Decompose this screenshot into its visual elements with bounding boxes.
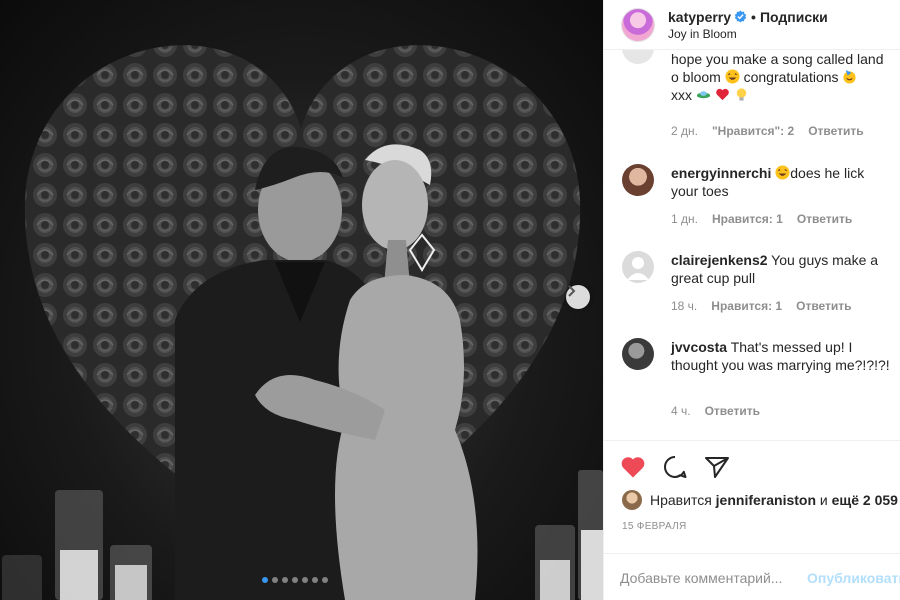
ufo-emoji-icon [696,91,710,99]
comment-text: hope you make a song called land o bloom… [671,50,893,104]
photo-illustration [2,45,603,600]
comment-likes[interactable]: "Нравится": 2 [712,124,794,138]
comment-meta: 1 дн. Нравится: 1 Ответить [671,212,852,226]
comment-likes[interactable]: Нравится: 1 [712,212,783,226]
commenter-username[interactable]: energyinnerchi [671,165,771,181]
add-comment-bar: Опубликовать [604,553,900,600]
liker-username[interactable]: jenniferaniston [716,492,816,508]
comment-meta: 4 ч. Ответить [671,404,760,418]
comment-likes[interactable]: Нравится: 1 [711,299,782,313]
likes-prefix: Нравится [650,492,712,508]
author-username[interactable]: katyperry [668,9,731,25]
header-separator: • [751,8,756,25]
reply-button[interactable]: Ответить [705,404,760,418]
likes-and: и [819,492,828,508]
chevron-right-icon [568,285,576,297]
comment-text-line: hope you make a song called land [671,51,884,67]
carousel-dot [292,577,298,583]
commenter-username[interactable]: jvvcosta [671,339,727,355]
carousel-dot [282,577,288,583]
action-icons [620,455,730,479]
carousel-indicator [262,577,328,583]
carousel-dot [302,577,308,583]
reply-button[interactable]: Ответить [808,124,863,138]
red-heart-emoji-icon [715,88,729,101]
commenter-avatar[interactable] [622,164,654,196]
default-avatar-icon [627,257,649,280]
commenter-avatar[interactable] [622,50,654,64]
post-comment-button[interactable]: Опубликовать [807,570,900,586]
verified-badge-icon [734,10,747,23]
commenter-avatar[interactable] [622,338,654,370]
comments-list[interactable]: hope you make a song called land o bloom… [604,50,900,440]
carousel-dot [262,577,268,583]
author-avatar[interactable] [622,8,654,41]
commenter-username[interactable]: clairejenkens2 [671,252,768,268]
party-emoji-icon [843,69,857,84]
comment-text-line: congratulations [743,69,839,85]
comment-meta: 18 ч. Нравится: 1 Ответить [671,299,852,313]
carousel-dot [322,577,328,583]
comment-text: clairejenkens2 You guys make a great cup… [671,251,893,287]
following-button[interactable]: Подписки [760,9,828,25]
likes-summary: Нравится jenniferaniston и ещё 2 059 1 [622,490,900,510]
comment-time[interactable]: 4 ч. [671,404,691,418]
post-date[interactable]: 15 ФЕВРАЛЯ [622,521,687,532]
comment-meta: 2 дн. "Нравится": 2 Ответить [671,124,864,138]
post-actions: Нравится jenniferaniston и ещё 2 059 1 1… [604,440,900,600]
comment-input[interactable] [620,569,801,586]
next-photo-button[interactable] [566,285,590,309]
reply-button[interactable]: Ответить [796,299,851,313]
carousel-dot [312,577,318,583]
reply-button[interactable]: Ответить [797,212,852,226]
heart-filled-icon[interactable] [620,455,646,479]
comment-time[interactable]: 1 дн. [671,212,698,226]
post-photo[interactable] [0,0,603,600]
comment-text: energyinnerchi does he lick your toes [671,164,893,200]
post-location[interactable]: Joy in Bloom [668,27,828,41]
carousel-dot [272,577,278,583]
comment-text-line: o bloom [671,69,721,85]
comment-bubble-icon[interactable] [662,455,688,479]
comment-time[interactable]: 2 дн. [671,124,698,138]
laughing-emoji-icon [775,165,790,180]
post-details-panel: katyperry • Подписки Joy in Bloom hope y… [603,0,900,600]
comment-time[interactable]: 18 ч. [671,299,697,313]
likes-count[interactable]: ещё 2 059 1 [832,492,900,508]
laughing-emoji-icon [725,69,740,84]
lightbulb-emoji-icon [736,88,746,101]
post-header: katyperry • Подписки Joy in Bloom [604,0,900,50]
comment-text: jvvcosta That's messed up! I thought you… [671,338,893,374]
comment-text-line: xxx [671,87,692,103]
paper-plane-icon[interactable] [704,455,730,479]
commenter-avatar[interactable] [622,251,654,283]
liker-avatar[interactable] [622,490,642,510]
